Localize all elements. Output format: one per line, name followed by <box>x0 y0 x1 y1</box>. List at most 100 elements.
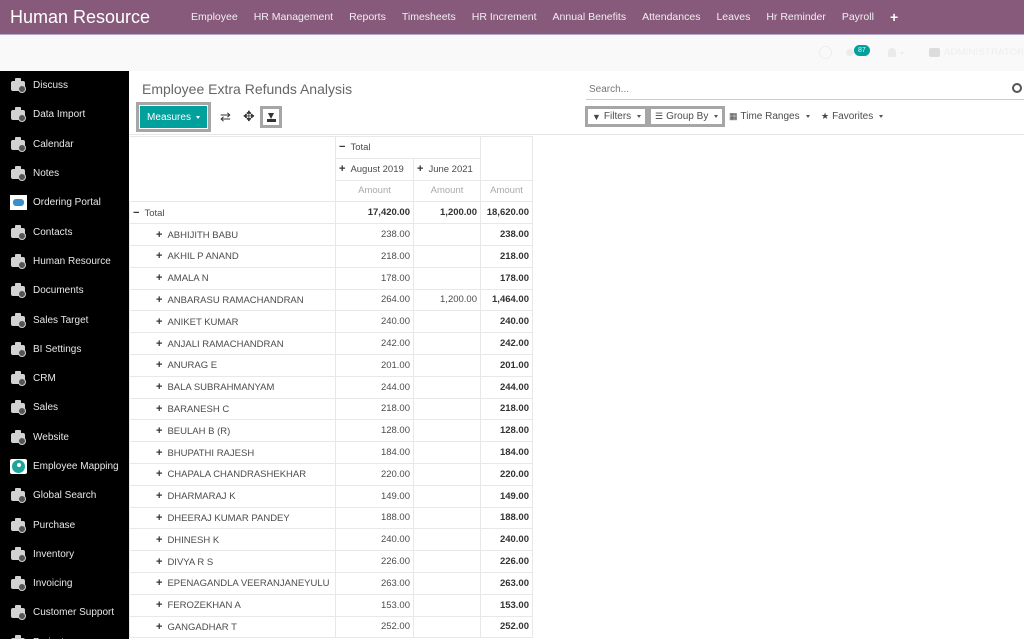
bell-icon[interactable] <box>888 48 896 57</box>
value-cell-jun2021[interactable] <box>413 615 481 639</box>
value-cell-aug2019[interactable]: 240.00 <box>335 310 414 334</box>
value-cell-jun2021[interactable] <box>413 397 481 421</box>
value-cell-total[interactable]: 263.00 <box>480 571 533 595</box>
value-cell-total[interactable]: 240.00 <box>480 310 533 334</box>
plus-icon[interactable]: + <box>882 9 906 25</box>
download-button[interactable] <box>260 106 282 128</box>
value-cell-aug2019[interactable]: 244.00 <box>335 375 414 399</box>
measure-header[interactable]: Amount <box>480 179 533 203</box>
chat-icon[interactable] <box>846 49 854 56</box>
value-cell-aug2019[interactable]: 242.00 <box>335 332 414 355</box>
user-menu[interactable]: ADMINISTRATOR <box>944 47 1024 58</box>
value-cell-total[interactable]: 242.00 <box>480 332 533 355</box>
value-cell-total[interactable]: 240.00 <box>480 528 533 552</box>
row-header-employee[interactable]: + ANURAG E <box>129 353 336 377</box>
value-cell-aug2019[interactable]: 220.00 <box>335 462 414 486</box>
row-header-employee[interactable]: + ANJALI RAMACHANDRAN <box>129 332 336 355</box>
menu-item-hr-increment[interactable]: HR Increment <box>464 11 545 23</box>
sidebar-item-crm[interactable]: CRM <box>0 364 129 393</box>
value-cell-jun2021[interactable] <box>413 332 481 355</box>
value-cell-jun2021[interactable] <box>413 266 481 290</box>
col-header-group[interactable]: + August 2019 <box>335 157 414 181</box>
row-header-employee[interactable]: + CHAPALA CHANDRASHEKHAR <box>129 462 336 486</box>
value-cell-aug2019[interactable]: 226.00 <box>335 550 414 573</box>
chevron-down-icon[interactable] <box>900 52 904 55</box>
menu-item-payroll[interactable]: Payroll <box>834 11 882 23</box>
row-header-employee[interactable]: + ANIKET KUMAR <box>129 310 336 334</box>
value-cell-total[interactable]: 128.00 <box>480 419 533 443</box>
value-cell-jun2021[interactable] <box>413 484 481 508</box>
value-cell-jun2021[interactable] <box>413 462 481 486</box>
total-cell[interactable]: 17,420.00 <box>335 201 414 225</box>
row-header-employee[interactable]: + AMALA N <box>129 266 336 290</box>
value-cell-jun2021[interactable] <box>413 223 481 246</box>
value-cell-aug2019[interactable]: 178.00 <box>335 266 414 290</box>
value-cell-jun2021[interactable] <box>413 244 481 268</box>
value-cell-total[interactable]: 184.00 <box>480 441 533 464</box>
sidebar-item-notes[interactable]: Notes <box>0 159 129 188</box>
row-header-total[interactable]: − Total <box>129 201 336 225</box>
row-header-employee[interactable]: + ABHIJITH BABU <box>129 223 336 246</box>
value-cell-total[interactable]: 153.00 <box>480 593 533 617</box>
measures-button[interactable]: Measures <box>140 106 207 128</box>
sidebar-item-invoicing[interactable]: Invoicing <box>0 569 129 598</box>
row-header-employee[interactable]: + BEULAH B (R) <box>129 419 336 443</box>
row-header-employee[interactable]: + DIVYA R S <box>129 550 336 573</box>
sidebar-item-sales-target[interactable]: Sales Target <box>0 305 129 334</box>
col-header-group[interactable]: + June 2021 <box>413 157 481 181</box>
messages-badge[interactable]: 87 <box>854 45 870 56</box>
row-header-employee[interactable]: + BHUPATHI RAJESH <box>129 441 336 464</box>
sidebar-item-inventory[interactable]: Inventory <box>0 540 129 569</box>
value-cell-total[interactable]: 238.00 <box>480 223 533 246</box>
value-cell-jun2021[interactable] <box>413 310 481 334</box>
sidebar-item-purchase[interactable]: Purchase <box>0 510 129 539</box>
value-cell-aug2019[interactable]: 264.00 <box>335 288 414 312</box>
value-cell-total[interactable]: 188.00 <box>480 506 533 530</box>
menu-item-annual-benefits[interactable]: Annual Benefits <box>545 11 635 23</box>
menu-item-leaves[interactable]: Leaves <box>708 11 758 23</box>
value-cell-total[interactable]: 218.00 <box>480 397 533 421</box>
row-header-employee[interactable]: + AKHIL P ANAND <box>129 244 336 268</box>
value-cell-aug2019[interactable]: 128.00 <box>335 419 414 443</box>
value-cell-aug2019[interactable]: 149.00 <box>335 484 414 508</box>
value-cell-aug2019[interactable]: 188.00 <box>335 506 414 530</box>
measure-header[interactable]: Amount <box>335 179 414 203</box>
app-title[interactable]: Human Resource <box>0 7 180 28</box>
value-cell-aug2019[interactable]: 184.00 <box>335 441 414 464</box>
sidebar-item-website[interactable]: Website <box>0 423 129 452</box>
value-cell-jun2021[interactable] <box>413 550 481 573</box>
value-cell-aug2019[interactable]: 252.00 <box>335 615 414 639</box>
row-header-employee[interactable]: + EPENAGANDLA VEERANJANEYULU <box>129 571 336 595</box>
time-ranges-button[interactable]: ▦ Time Ranges <box>729 109 810 124</box>
value-cell-jun2021[interactable] <box>413 441 481 464</box>
value-cell-total[interactable]: 226.00 <box>480 550 533 573</box>
sidebar-item-contacts[interactable]: Contacts <box>0 217 129 246</box>
sidebar-item-documents[interactable]: Documents <box>0 276 129 305</box>
sidebar-item-ordering-portal[interactable]: Ordering Portal <box>0 188 129 217</box>
search-icon[interactable] <box>819 46 832 59</box>
row-header-employee[interactable]: + BARANESH C <box>129 397 336 421</box>
value-cell-total[interactable]: 244.00 <box>480 375 533 399</box>
search-input[interactable] <box>586 79 1024 100</box>
menu-item-timesheets[interactable]: Timesheets <box>394 11 464 23</box>
value-cell-jun2021[interactable] <box>413 528 481 552</box>
sidebar-item-bi-settings[interactable]: BI Settings <box>0 335 129 364</box>
col-header-total[interactable]: − Total <box>335 136 481 159</box>
menu-item-attendances[interactable]: Attendances <box>634 11 708 23</box>
row-header-employee[interactable]: + ANBARASU RAMACHANDRAN <box>129 288 336 312</box>
value-cell-jun2021[interactable] <box>413 353 481 377</box>
row-header-employee[interactable]: + BALA SUBRAHMANYAM <box>129 375 336 399</box>
row-header-employee[interactable]: + DHARMARAJ K <box>129 484 336 508</box>
expand-all-icon[interactable]: ✥ <box>243 108 255 125</box>
sidebar-item-employee-mapping[interactable]: Employee Mapping <box>0 452 129 481</box>
value-cell-total[interactable]: 178.00 <box>480 266 533 290</box>
menu-item-reports[interactable]: Reports <box>341 11 394 23</box>
value-cell-total[interactable]: 220.00 <box>480 462 533 486</box>
sidebar-item-global-search[interactable]: Global Search <box>0 481 129 510</box>
value-cell-jun2021[interactable]: 1,200.00 <box>413 288 481 312</box>
value-cell-total[interactable]: 218.00 <box>480 244 533 268</box>
search-icon[interactable] <box>1012 83 1022 93</box>
row-header-employee[interactable]: + DHEERAJ KUMAR PANDEY <box>129 506 336 530</box>
total-cell[interactable]: 1,200.00 <box>413 201 481 225</box>
row-header-employee[interactable]: + GANGADHAR T <box>129 615 336 639</box>
